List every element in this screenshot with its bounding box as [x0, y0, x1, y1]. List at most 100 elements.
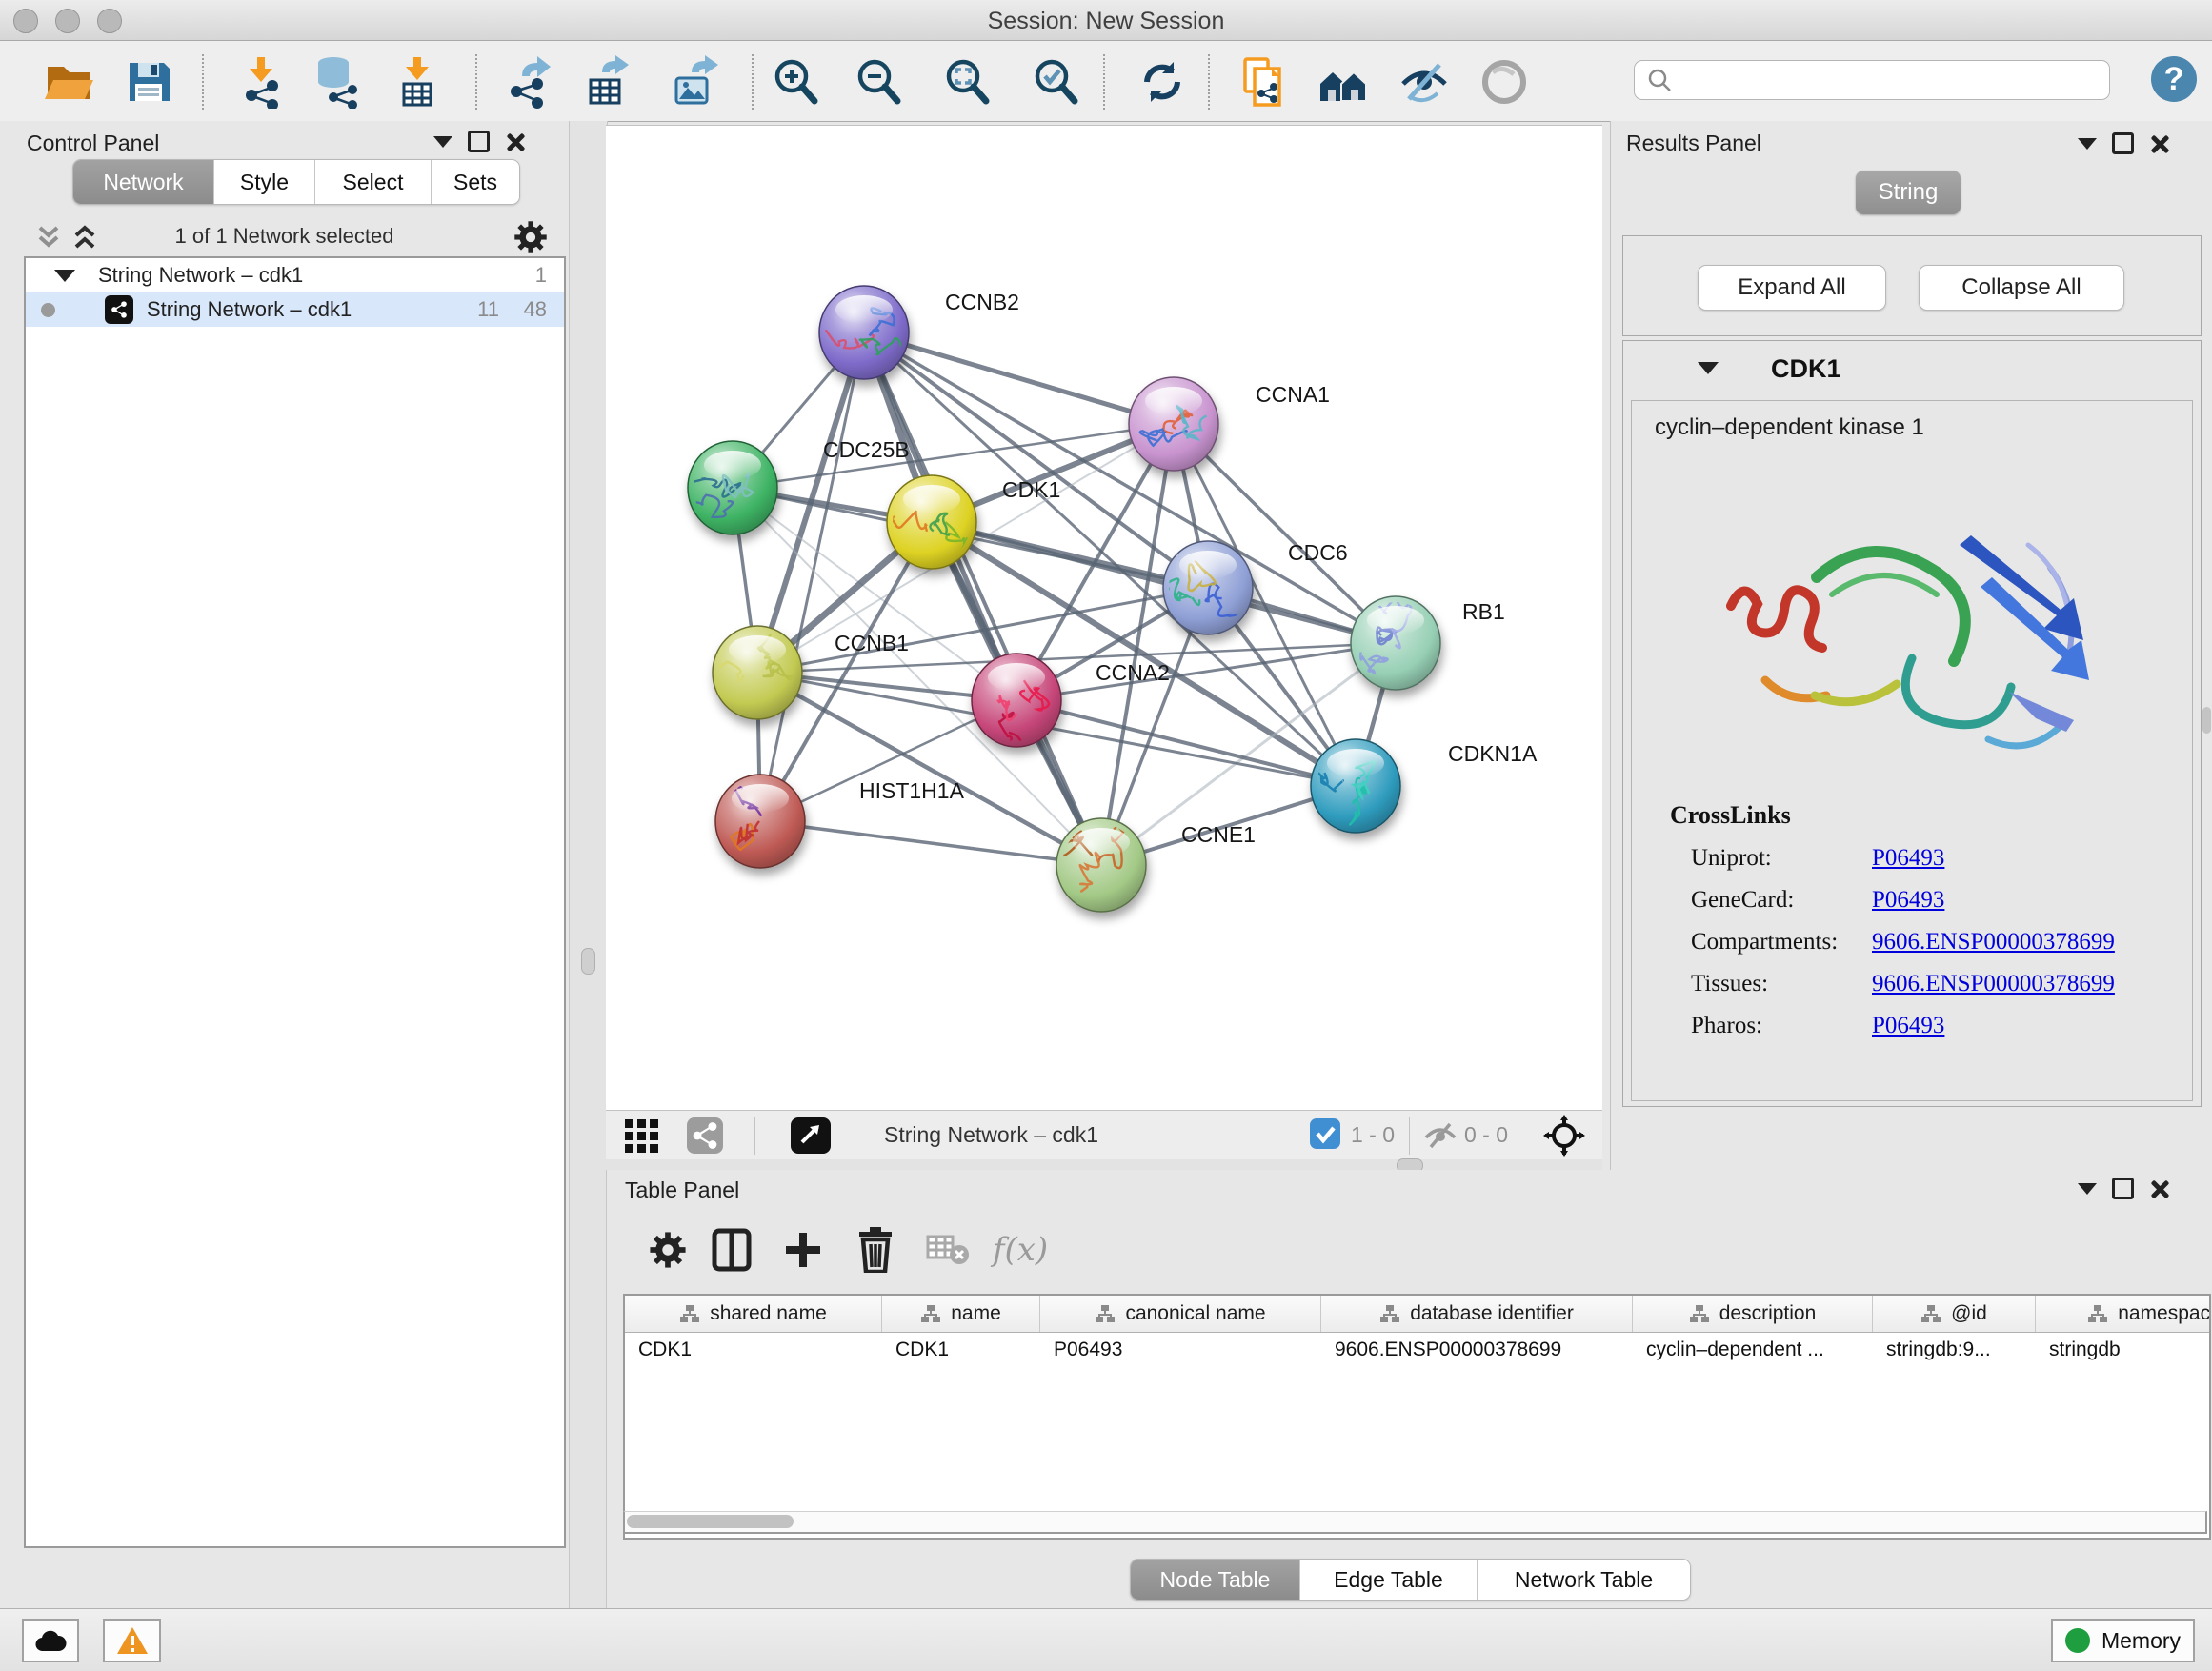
network-node-ccna1[interactable]: CCNA1: [1129, 377, 1330, 471]
zoom-out-icon[interactable]: [851, 54, 906, 110]
panel-float-icon[interactable]: [2112, 1178, 2134, 1199]
search-input[interactable]: [1673, 67, 2077, 93]
zoom-fit-icon[interactable]: [939, 54, 995, 110]
panel-float-icon[interactable]: [468, 131, 490, 152]
table-horizontal-scrollbar[interactable]: [623, 1511, 2207, 1534]
network-node-ccnb2[interactable]: CCNB2: [811, 286, 1019, 379]
crosslink-link[interactable]: P06493: [1872, 1013, 1944, 1039]
zoom-selected-icon[interactable]: [1028, 54, 1083, 110]
help-button[interactable]: ?: [2151, 56, 2197, 102]
results-scrollbar[interactable]: [2202, 707, 2211, 734]
table-gear-icon[interactable]: [643, 1225, 693, 1275]
network-tree-item-row[interactable]: String Network – cdk1 11 48: [26, 292, 564, 327]
cloud-button[interactable]: [22, 1619, 79, 1662]
search-field[interactable]: [1634, 60, 2110, 100]
panel-close-icon[interactable]: [2149, 1179, 2168, 1198]
network-edge[interactable]: [760, 821, 1101, 865]
memory-button[interactable]: Memory: [2051, 1619, 2195, 1662]
table-cell[interactable]: stringdb: [2036, 1333, 2211, 1367]
panel-menu-icon[interactable]: [433, 136, 452, 148]
refresh-icon[interactable]: [1135, 54, 1190, 110]
tab-node-table[interactable]: Node Table: [1131, 1560, 1299, 1600]
export-network-icon[interactable]: [500, 54, 555, 110]
node-table[interactable]: shared namenamecanonical namedatabase id…: [623, 1294, 2211, 1540]
table-cell[interactable]: stringdb:9...: [1873, 1333, 2036, 1367]
network-share-icon[interactable]: [687, 1117, 723, 1154]
crosslink-link[interactable]: 9606.ENSP00000378699: [1872, 929, 2115, 956]
table-cell[interactable]: 9606.ENSP00000378699: [1321, 1333, 1633, 1367]
network-node-cdk1[interactable]: CDK1: [879, 475, 1061, 569]
collapse-entry-icon[interactable]: [1698, 362, 1719, 374]
two-houses-icon[interactable]: [1316, 54, 1371, 110]
table-cell[interactable]: CDK1: [625, 1333, 882, 1367]
panel-close-icon[interactable]: [505, 132, 524, 151]
horizontal-splitter[interactable]: [606, 1159, 1602, 1170]
import-network-icon[interactable]: [233, 54, 289, 110]
network-edge[interactable]: [733, 424, 1174, 488]
panel-close-icon[interactable]: [2149, 134, 2168, 153]
network-tree-root-row[interactable]: String Network – cdk1 1: [26, 258, 564, 292]
eye-slash-icon[interactable]: [1397, 54, 1452, 110]
panel-menu-icon[interactable]: [2078, 138, 2097, 150]
grid-view-icon[interactable]: [623, 1117, 661, 1154]
left-splitter[interactable]: [569, 121, 608, 1608]
network-node-rb1[interactable]: RB1: [1351, 596, 1505, 690]
tab-style[interactable]: Style: [213, 160, 314, 204]
save-floppy-icon[interactable]: [121, 54, 176, 110]
tab-network-table[interactable]: Network Table: [1477, 1560, 1690, 1600]
eye-gray-icon[interactable]: [1477, 54, 1532, 110]
export-image-icon[interactable]: [666, 54, 721, 110]
tree-expander-icon[interactable]: [54, 270, 75, 282]
import-database-icon[interactable]: [310, 54, 365, 110]
network-canvas[interactable]: CCNB2CCNA1CDC25BCDK1CDC6RB1CCNB1CCNA2CDK…: [606, 125, 1602, 1111]
zoom-in-icon[interactable]: [768, 54, 823, 110]
hidden-eye-icon[interactable]: [1423, 1121, 1458, 1150]
column-header-description[interactable]: description: [1633, 1296, 1873, 1332]
table-cell[interactable]: P06493: [1040, 1333, 1321, 1367]
birdseye-view-icon[interactable]: [791, 1117, 831, 1154]
panel-menu-icon[interactable]: [2078, 1183, 2097, 1195]
crosshair-icon[interactable]: [1543, 1115, 1585, 1157]
export-table-icon[interactable]: [578, 54, 633, 110]
network-node-ccnb1[interactable]: CCNB1: [702, 626, 909, 719]
splitter-handle[interactable]: [581, 948, 595, 975]
table-cell[interactable]: CDK1: [882, 1333, 1040, 1367]
tab-edge-table[interactable]: Edge Table: [1299, 1560, 1477, 1600]
add-column-icon[interactable]: [778, 1225, 828, 1275]
expand-all-button[interactable]: Expand All: [1698, 265, 1886, 311]
crosslink-link[interactable]: P06493: [1872, 845, 1944, 872]
network-node-cdc25b[interactable]: CDC25B: [685, 437, 910, 534]
delete-table-icon[interactable]: [923, 1225, 973, 1275]
crosslink-link[interactable]: P06493: [1872, 887, 1944, 914]
column-header-namespace[interactable]: namespace: [2036, 1296, 2211, 1332]
selected-checkbox-icon[interactable]: [1309, 1117, 1341, 1150]
table-row[interactable]: CDK1CDK1P064939606.ENSP00000378699cyclin…: [625, 1333, 2209, 1367]
tab-string[interactable]: String: [1856, 171, 1961, 214]
tab-sets[interactable]: Sets: [431, 160, 519, 204]
column-header-database-identifier[interactable]: database identifier: [1321, 1296, 1633, 1332]
tab-select[interactable]: Select: [314, 160, 431, 204]
column-header-canonical-name[interactable]: canonical name: [1040, 1296, 1321, 1332]
column-header-name[interactable]: name: [882, 1296, 1040, 1332]
network-edge[interactable]: [760, 332, 864, 821]
copy-pages-icon[interactable]: [1235, 54, 1290, 110]
import-table-icon[interactable]: [390, 54, 445, 110]
gear-icon[interactable]: [513, 220, 548, 254]
gene-header[interactable]: CDK1: [1623, 341, 2201, 398]
delete-column-icon[interactable]: [851, 1225, 900, 1275]
warning-button[interactable]: [103, 1619, 161, 1662]
network-node-cdkn1a[interactable]: CDKN1A: [1311, 739, 1538, 833]
collapse-all-button[interactable]: Collapse All: [1919, 265, 2124, 311]
network-edge[interactable]: [864, 332, 1174, 424]
panel-float-icon[interactable]: [2112, 132, 2134, 154]
open-folder-icon[interactable]: [41, 54, 96, 110]
show-columns-icon[interactable]: [707, 1225, 756, 1275]
scrollbar-thumb[interactable]: [627, 1515, 794, 1528]
table-cell[interactable]: cyclin–dependent ...: [1633, 1333, 1873, 1367]
column-header-id[interactable]: @id: [1873, 1296, 2036, 1332]
crosslink-link[interactable]: 9606.ENSP00000378699: [1872, 971, 2115, 997]
tab-network[interactable]: Network: [73, 160, 213, 204]
network-node-ccne1[interactable]: CCNE1: [1056, 818, 1256, 912]
function-builder-icon[interactable]: f(x): [995, 1225, 1045, 1275]
network-node-hist1h1a[interactable]: HIST1H1A: [715, 775, 965, 868]
